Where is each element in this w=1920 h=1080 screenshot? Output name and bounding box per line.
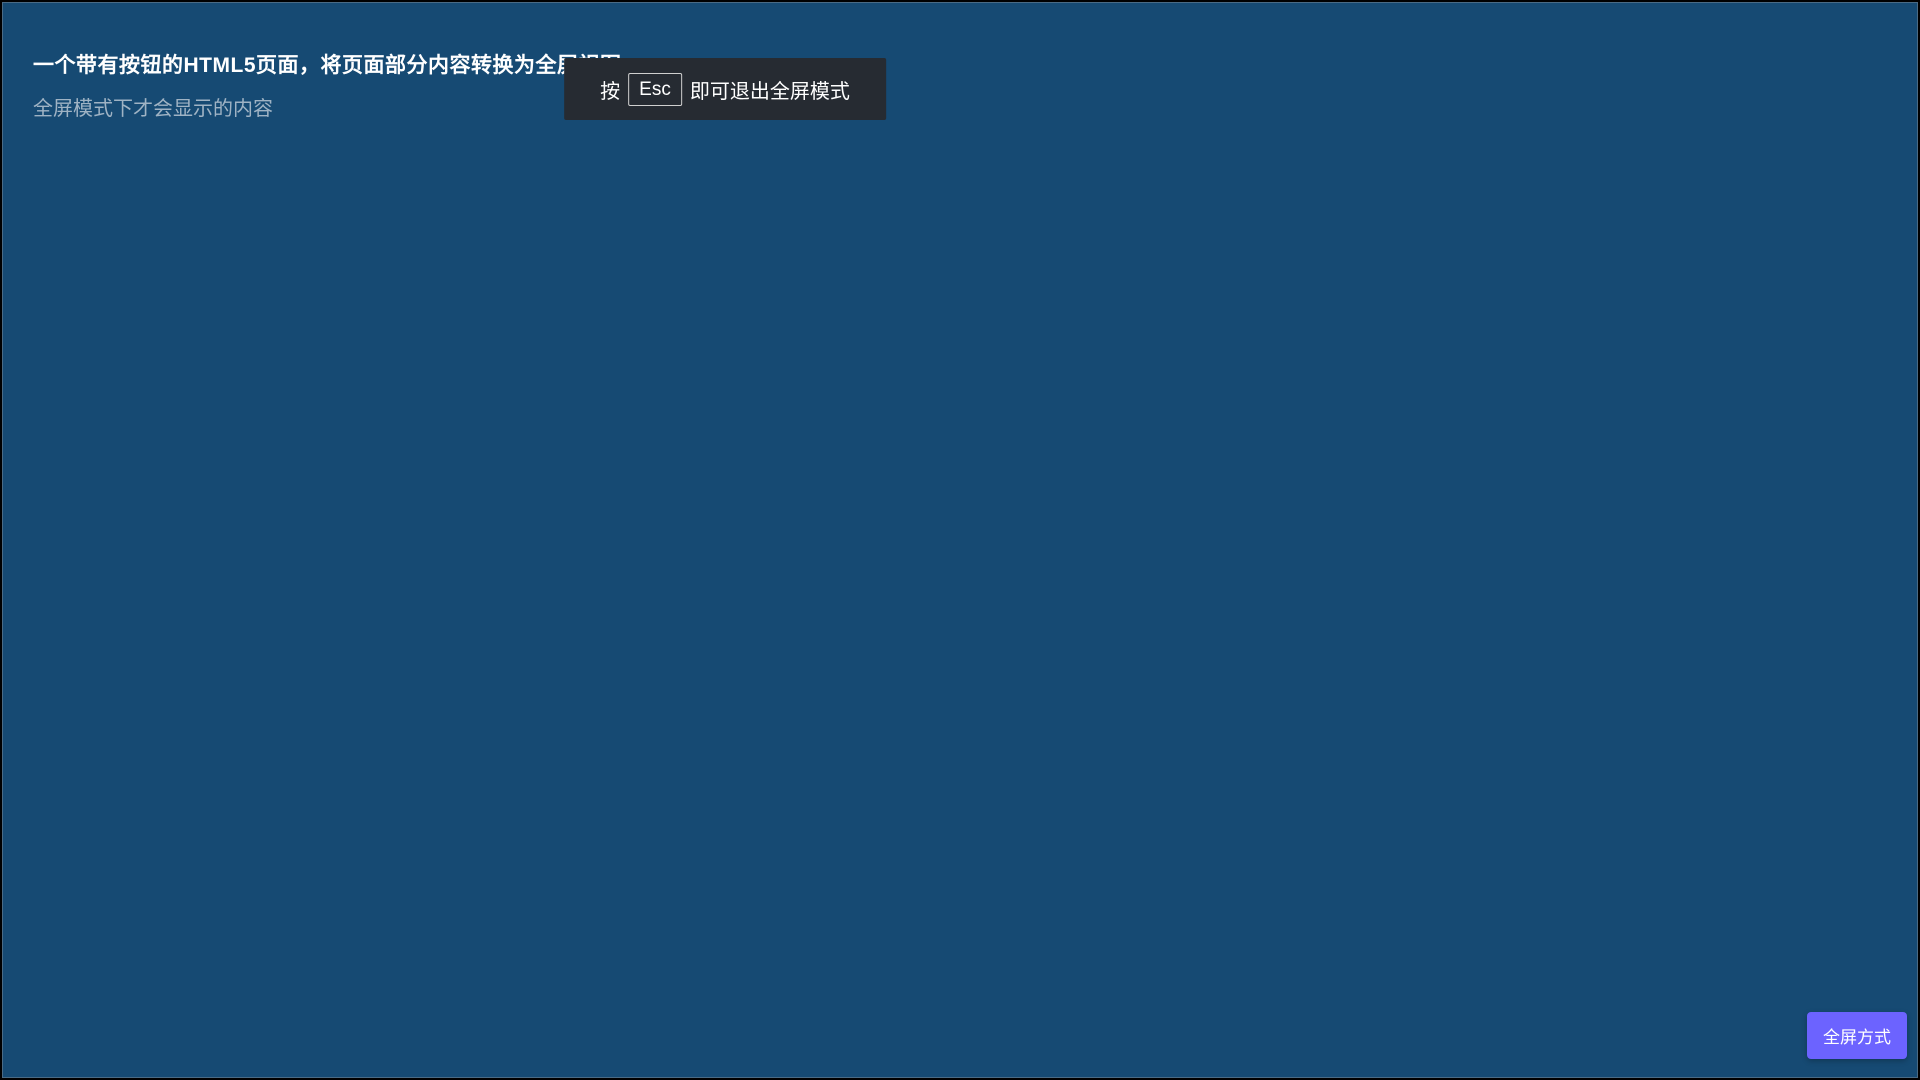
- esc-key-icon: Esc: [628, 73, 682, 106]
- toast-suffix-text: 即可退出全屏模式: [690, 75, 850, 104]
- page-heading: 一个带有按钮的HTML5页面，将页面部分内容转换为全屏视图。: [33, 49, 643, 79]
- fullscreen-only-subtitle: 全屏模式下才会显示的内容: [33, 92, 273, 121]
- fullscreen-button[interactable]: 全屏方式: [1807, 1012, 1907, 1059]
- toast-prefix-text: 按: [600, 75, 620, 104]
- exit-fullscreen-toast: 按 Esc 即可退出全屏模式: [564, 58, 886, 120]
- fullscreen-container: 一个带有按钮的HTML5页面，将页面部分内容转换为全屏视图。 全屏模式下才会显示…: [2, 2, 1918, 1078]
